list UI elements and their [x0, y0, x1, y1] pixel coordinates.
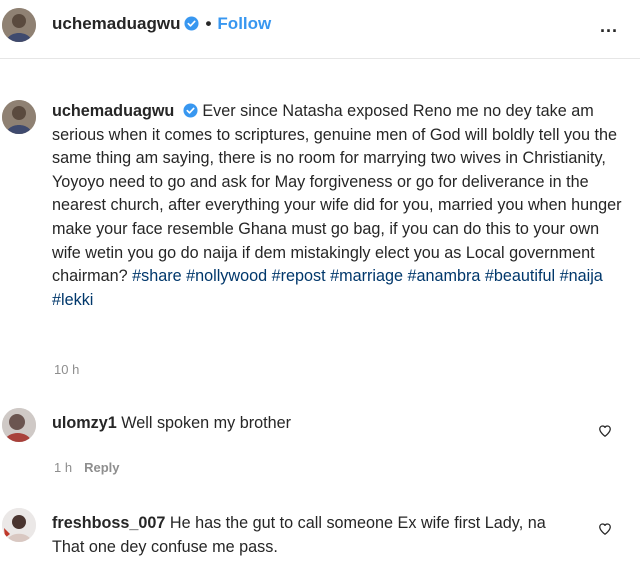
heart-outline-icon[interactable] [598, 424, 612, 438]
post-header: uchemaduagwu • Follow ... [0, 0, 640, 59]
header-avatar[interactable] [2, 8, 36, 42]
hashtag-anambra[interactable]: #anambra [407, 267, 480, 285]
comment-username[interactable]: freshboss_007 [52, 514, 165, 532]
verified-badge-icon [184, 16, 199, 31]
comment-username[interactable]: ulomzy1 [52, 414, 117, 432]
comment-text: Well spoken my brother [121, 414, 292, 432]
reply-button[interactable]: Reply [84, 460, 119, 475]
hashtag-nollywood[interactable]: #nollywood [186, 267, 267, 285]
caption-text: Ever since Natasha exposed Reno me no de… [52, 102, 622, 286]
heart-outline-icon[interactable] [598, 522, 612, 536]
hashtag-repost[interactable]: #repost [272, 267, 326, 285]
verified-badge-icon [183, 103, 198, 118]
comment-body: freshboss_007 He has the gut to call som… [52, 512, 572, 559]
more-options-icon[interactable]: ... [600, 16, 618, 37]
hashtag-share[interactable]: #share [132, 267, 182, 285]
hashtag-naija[interactable]: #naija [560, 267, 603, 285]
hashtag-beautiful[interactable]: #beautiful [485, 267, 555, 285]
header-separator: • [205, 14, 212, 33]
caption-body: uchemaduagwu Ever since Natasha exposed … [52, 100, 624, 312]
caption-username[interactable]: uchemaduagwu [52, 102, 174, 120]
header-user-line: uchemaduagwu • Follow [52, 14, 271, 34]
comment-avatar[interactable] [2, 508, 36, 542]
hashtag-marriage[interactable]: #marriage [330, 267, 403, 285]
header-username[interactable]: uchemaduagwu [52, 14, 180, 33]
comment-meta: 1 h Reply [54, 460, 119, 475]
comment-avatar[interactable] [2, 408, 36, 442]
hashtag-lekki[interactable]: #lekki [52, 291, 93, 309]
caption-avatar[interactable] [2, 100, 36, 134]
comment-timestamp: 1 h [54, 460, 73, 475]
caption-timestamp: 10 h [54, 362, 80, 377]
comment-body: ulomzy1 Well spoken my brother [52, 412, 572, 436]
follow-button[interactable]: Follow [217, 14, 271, 33]
